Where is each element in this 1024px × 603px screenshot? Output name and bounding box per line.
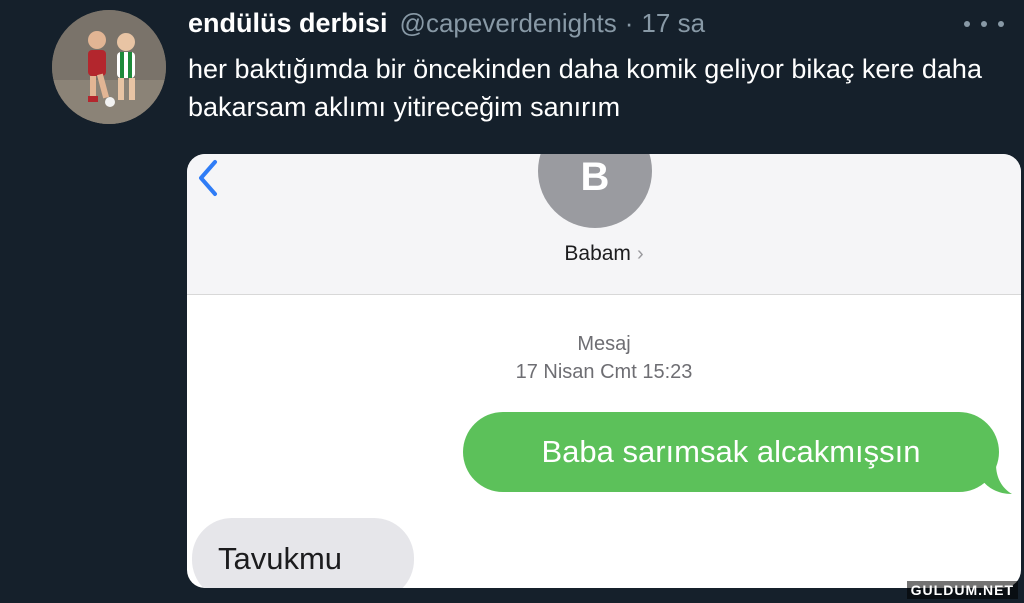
header-separator: · [624,7,634,38]
contact-header: B Babam › [187,154,1021,295]
tweet-page: endülüs derbisi @capeverdenights · 17 sa… [0,0,1024,603]
user-handle[interactable]: @capeverdenights [400,8,617,39]
more-icon[interactable] [964,14,1004,34]
bubble-tail [982,464,1012,494]
tweet-text: her baktığımda bir öncekinden daha komik… [188,54,982,122]
contact-avatar: B [538,154,652,228]
avatar-photo [52,10,166,124]
chevron-left-icon [199,160,217,196]
tweet-media-image[interactable]: B Babam › Mesaj 17 Nisan Cmt 15:23 Baba s… [187,154,1021,588]
more-icon-dot [964,21,970,27]
tweet-header: endülüs derbisi @capeverdenights · 17 sa [188,4,1004,42]
watermark-logo: GULDUM.NET [906,581,1018,599]
chevron-right-icon: › [636,243,644,265]
message-meta: Mesaj 17 Nisan Cmt 15:23 [187,330,1021,386]
more-icon-dot [981,21,987,27]
message-type-label: Mesaj [577,333,631,355]
message-date: 17 Nisan Cmt 15:23 [515,361,693,383]
contact-name: Babam [564,242,631,265]
outgoing-message-bubble: Baba sarımsak alcakmışsın [463,412,999,492]
display-name[interactable]: endülüs derbisi [188,8,388,39]
incoming-message-bubble: Tavukmu [192,518,414,588]
tweet-timestamp[interactable]: 17 sa [641,8,705,39]
contact-name-row: Babam › [187,242,1021,266]
user-avatar[interactable] [52,10,166,124]
contact-initial: B [580,155,610,199]
more-icon-dot [998,21,1004,27]
